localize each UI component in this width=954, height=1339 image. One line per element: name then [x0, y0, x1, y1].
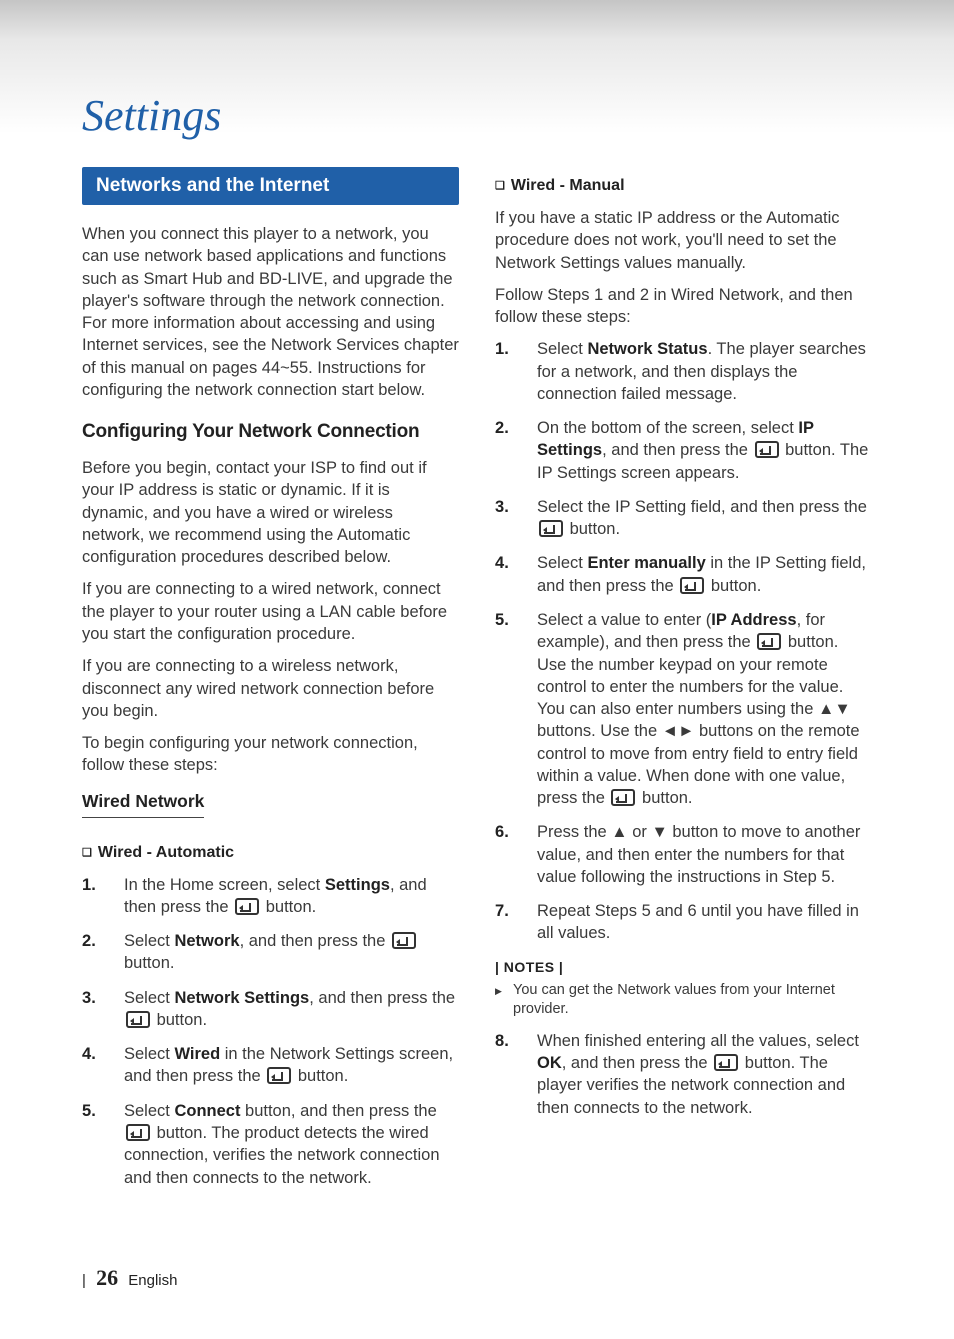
- list-item: Select the IP Setting field, and then pr…: [495, 496, 872, 541]
- body-paragraph: Follow Steps 1 and 2 in Wired Network, a…: [495, 284, 872, 329]
- list-item: Select Network Settings, and then press …: [82, 987, 459, 1032]
- enter-button-icon: [611, 789, 635, 806]
- list-item: Select Wired in the Network Settings scr…: [82, 1043, 459, 1088]
- page-number: 26: [96, 1265, 118, 1290]
- footer-language: English: [128, 1272, 177, 1289]
- two-column-layout: Networks and the Internet When you conne…: [82, 167, 872, 1201]
- body-paragraph: To begin configuring your network connec…: [82, 732, 459, 777]
- sub-heading-text: Wired - Manual: [511, 177, 625, 194]
- automatic-steps-list: In the Home screen, select Settings, and…: [82, 874, 459, 1189]
- list-item: Select a value to enter (IP Address, for…: [495, 609, 872, 809]
- manual-steps-list-cont: When finished entering all the values, s…: [495, 1030, 872, 1119]
- list-item: Press the ▲ or ▼ button to move to anoth…: [495, 821, 872, 888]
- enter-button-icon: [126, 1011, 150, 1028]
- list-item: On the bottom of the screen, select IP S…: [495, 417, 872, 484]
- right-column: ❏ Wired - Manual If you have a static IP …: [495, 167, 872, 1201]
- list-item: When finished entering all the values, s…: [495, 1030, 872, 1119]
- enter-button-icon: [755, 441, 779, 458]
- enter-button-icon: [680, 577, 704, 594]
- enter-button-icon: [235, 898, 259, 915]
- square-bullet-icon: ❏: [495, 180, 505, 192]
- footer-divider: |: [82, 1272, 86, 1289]
- enter-button-icon: [126, 1124, 150, 1141]
- list-item: Select Enter manually in the IP Setting …: [495, 552, 872, 597]
- wired-network-heading: Wired Network: [82, 791, 204, 818]
- sub-heading-text: Wired - Automatic: [98, 844, 234, 861]
- enter-button-icon: [267, 1067, 291, 1084]
- square-bullet-icon: ❏: [82, 847, 92, 859]
- note-item: You can get the Network values from your…: [495, 981, 872, 1020]
- manual-steps-list: Select Network Status. The player search…: [495, 338, 872, 944]
- wired-manual-heading: ❏ Wired - Manual: [495, 177, 872, 195]
- page-footer: | 26 English: [82, 1265, 177, 1291]
- body-paragraph: If you are connecting to a wireless netw…: [82, 655, 459, 722]
- list-item: Select Connect button, and then press th…: [82, 1100, 459, 1189]
- notes-heading: | NOTES |: [495, 959, 872, 975]
- enter-button-icon: [714, 1054, 738, 1071]
- intro-paragraph: When you connect this player to a networ…: [82, 223, 459, 401]
- body-paragraph: Before you begin, contact your ISP to fi…: [82, 457, 459, 568]
- body-paragraph: If you are connecting to a wired network…: [82, 578, 459, 645]
- list-item: Select Network Status. The player search…: [495, 338, 872, 405]
- enter-button-icon: [539, 520, 563, 537]
- body-paragraph: If you have a static IP address or the A…: [495, 207, 872, 274]
- list-item: In the Home screen, select Settings, and…: [82, 874, 459, 919]
- chapter-title: Settings: [82, 90, 872, 141]
- list-item: Repeat Steps 5 and 6 until you have fill…: [495, 900, 872, 945]
- wired-automatic-heading: ❏ Wired - Automatic: [82, 844, 459, 862]
- subsection-heading: Configuring Your Network Connection: [82, 421, 459, 443]
- enter-button-icon: [757, 633, 781, 650]
- list-item: Select Network, and then press the butto…: [82, 930, 459, 975]
- section-heading-bar: Networks and the Internet: [82, 167, 459, 205]
- enter-button-icon: [392, 932, 416, 949]
- left-column: Networks and the Internet When you conne…: [82, 167, 459, 1201]
